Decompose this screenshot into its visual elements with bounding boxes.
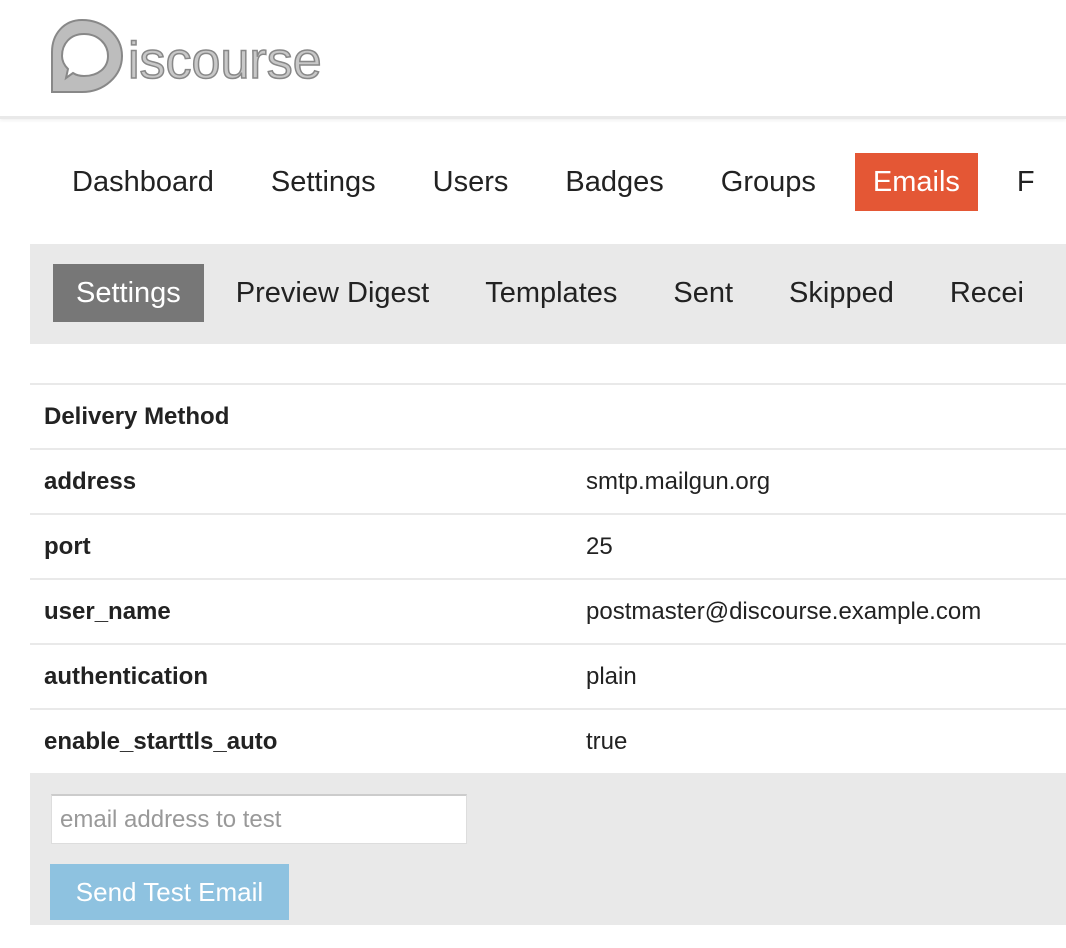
test-email-input[interactable] bbox=[51, 794, 467, 844]
send-test-email-button[interactable]: Send Test Email bbox=[50, 864, 289, 920]
emails-subnav-bar: Settings Preview Digest Templates Sent S… bbox=[30, 244, 1066, 344]
subnav-sent[interactable]: Sent bbox=[650, 264, 756, 322]
subnav-templates[interactable]: Templates bbox=[462, 264, 640, 322]
table-row: address smtp.mailgun.org bbox=[30, 448, 1066, 513]
discourse-logo[interactable]: iscourse bbox=[48, 16, 338, 96]
table-row: enable_starttls_auto true bbox=[30, 708, 1066, 773]
test-email-panel: Send Test Email bbox=[30, 773, 1066, 925]
speech-bubble-icon bbox=[51, 18, 124, 93]
nav-groups[interactable]: Groups bbox=[703, 153, 834, 211]
setting-key: enable_starttls_auto bbox=[44, 727, 278, 755]
setting-key: port bbox=[44, 532, 91, 560]
setting-key: user_name bbox=[44, 597, 171, 625]
nav-badges[interactable]: Badges bbox=[547, 153, 681, 211]
subnav-preview-digest[interactable]: Preview Digest bbox=[213, 264, 452, 322]
site-header: iscourse bbox=[0, 0, 1066, 119]
subnav-settings[interactable]: Settings bbox=[53, 264, 204, 322]
setting-value: true bbox=[586, 727, 628, 755]
section-title: Delivery Method bbox=[44, 402, 230, 430]
setting-value: plain bbox=[586, 662, 637, 690]
setting-value: postmaster@discourse.example.com bbox=[586, 597, 982, 625]
emails-subnav: Settings Preview Digest Templates Sent S… bbox=[53, 264, 1057, 322]
delivery-settings-table: Delivery Method address smtp.mailgun.org… bbox=[30, 383, 1066, 773]
subnav-skipped[interactable]: Skipped bbox=[766, 264, 917, 322]
subnav-received[interactable]: Recei bbox=[927, 264, 1047, 322]
setting-value: smtp.mailgun.org bbox=[586, 467, 771, 495]
setting-key: address bbox=[44, 467, 137, 495]
nav-emails[interactable]: Emails bbox=[854, 153, 978, 211]
nav-truncated-item[interactable]: F bbox=[999, 153, 1053, 211]
table-row: user_name postmaster@discourse.example.c… bbox=[30, 578, 1066, 643]
admin-nav: Dashboard Settings Users Badges Groups E… bbox=[54, 153, 1066, 211]
table-row: port 25 bbox=[30, 513, 1066, 578]
setting-value: 25 bbox=[586, 532, 613, 560]
nav-dashboard[interactable]: Dashboard bbox=[54, 153, 232, 211]
nav-settings[interactable]: Settings bbox=[253, 153, 394, 211]
nav-users[interactable]: Users bbox=[415, 153, 527, 211]
table-row: authentication plain bbox=[30, 643, 1066, 708]
logo-wordmark: iscourse bbox=[128, 32, 322, 90]
section-header-row: Delivery Method bbox=[30, 383, 1066, 448]
setting-key: authentication bbox=[44, 662, 209, 690]
